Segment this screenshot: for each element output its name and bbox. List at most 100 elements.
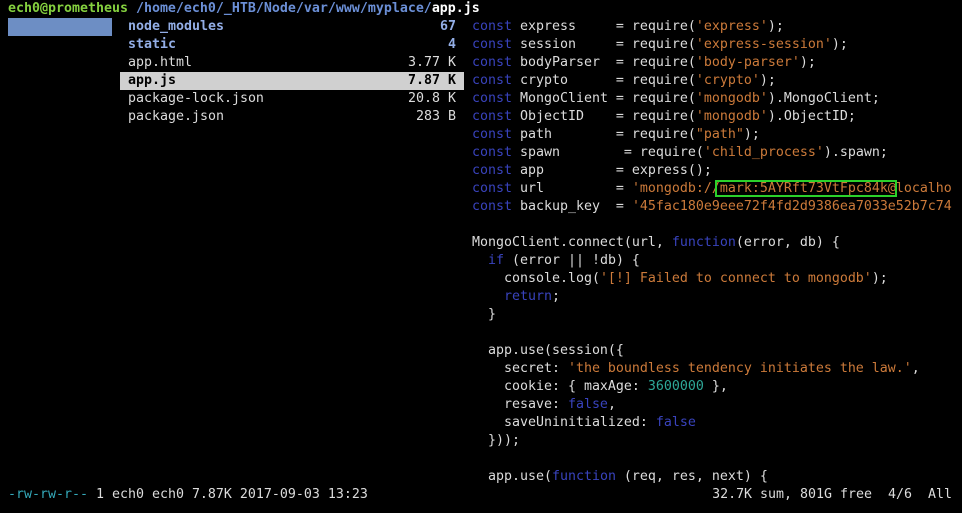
code-line: console.log('[!] Failed to connect to mo… bbox=[472, 270, 960, 288]
code-string: localho bbox=[895, 181, 952, 196]
code-string: '45fac180e9eee72f4fd2d9386ea7033e52b7c74 bbox=[631, 199, 952, 214]
code-keyword: const bbox=[472, 199, 512, 214]
code-line: const spawn = require('child_process').s… bbox=[472, 144, 960, 162]
code-text: } bbox=[472, 307, 496, 322]
code-line: MongoClient.connect(url, function(error,… bbox=[472, 234, 960, 252]
code-line: const session = require('express-session… bbox=[472, 36, 960, 54]
code-line: const crypto = require('crypto'); bbox=[472, 72, 960, 90]
code-string: 'express' bbox=[695, 19, 768, 34]
code-text: secret: bbox=[472, 361, 568, 376]
code-line: const path = require("path"); bbox=[472, 126, 960, 144]
code-text: ); bbox=[871, 271, 888, 286]
code-text: ); bbox=[799, 55, 816, 70]
code-line: const app = express(); bbox=[472, 162, 960, 180]
code-text: , bbox=[911, 361, 920, 376]
code-line: secret: 'the boundless tendency initiate… bbox=[472, 360, 960, 378]
file-entry-app-js[interactable]: app.js 7.87 K bbox=[120, 72, 464, 90]
status-bar: -rw-rw-r-- 1 ech0 ech0 7.87K 2017-09-03 … bbox=[8, 486, 952, 504]
code-text: ); bbox=[759, 73, 776, 88]
code-keyword: const bbox=[472, 109, 512, 124]
code-text: (error, db) { bbox=[735, 235, 840, 250]
code-line: } bbox=[472, 306, 960, 324]
directory-entry-static[interactable]: static 4 bbox=[120, 36, 464, 54]
code-line: app.use(function (req, res, next) { bbox=[472, 468, 960, 486]
code-text: , bbox=[607, 397, 616, 412]
file-modified: 2017-09-03 13:23 bbox=[239, 487, 368, 502]
code-line: const bodyParser = require('body-parser'… bbox=[472, 54, 960, 72]
code-keyword: const bbox=[472, 181, 512, 196]
code-line: return; bbox=[472, 288, 960, 306]
code-keyword: false bbox=[655, 415, 696, 430]
code-line: const url = 'mongodb://mark:5AYRft73VtFp… bbox=[472, 180, 960, 198]
code-text: }, bbox=[703, 379, 728, 394]
parent-directory-column: myplace bbox=[8, 18, 112, 36]
code-line: if (error || !db) { bbox=[472, 252, 960, 270]
disk-usage: 32.7K sum, 801G free bbox=[712, 487, 872, 502]
entry-size: 283 B bbox=[416, 109, 456, 124]
current-directory-column: node_modules 67 static 4 app.html 3.77 K… bbox=[120, 18, 464, 126]
code-keyword: if bbox=[488, 253, 504, 268]
file-permissions: -rw-rw-r-- bbox=[8, 487, 88, 502]
code-text: spawn = require( bbox=[511, 145, 704, 160]
code-keyword: const bbox=[472, 55, 512, 70]
code-text: })); bbox=[472, 433, 520, 448]
file-entry-app-html[interactable]: app.html 3.77 K bbox=[120, 54, 464, 72]
code-string: 'mongodb' bbox=[695, 91, 768, 106]
file-preview[interactable]: const express = require('express'); const… bbox=[472, 18, 960, 486]
code-text: console.log( bbox=[472, 271, 600, 286]
code-text: ).ObjectID; bbox=[767, 109, 856, 124]
code-string: "path" bbox=[695, 127, 744, 142]
code-keyword: const bbox=[472, 91, 512, 106]
code-text: ; bbox=[551, 289, 560, 304]
entry-name: package.json bbox=[128, 109, 224, 124]
entry-size: 20.8 K bbox=[408, 91, 456, 106]
code-text: saveUninitialized: bbox=[472, 415, 656, 430]
code-string: 'the boundless tendency initiates the la… bbox=[567, 361, 912, 376]
code-text: ); bbox=[831, 37, 848, 52]
code-text: express = require( bbox=[511, 19, 696, 34]
code-text: resave: bbox=[472, 397, 568, 412]
entry-size: 7.87 K bbox=[408, 73, 456, 88]
code-line: const backup_key = '45fac180e9eee72f4fd2… bbox=[472, 198, 960, 216]
entry-name: app.js bbox=[128, 73, 176, 88]
code-text: ); bbox=[743, 127, 760, 142]
directory-entry-node-modules[interactable]: node_modules 67 bbox=[120, 18, 464, 36]
code-line: resave: false, bbox=[472, 396, 960, 414]
file-owner: ech0 bbox=[111, 487, 144, 502]
code-string: 'mongodb' bbox=[695, 109, 768, 124]
file-size: 7.87K bbox=[191, 487, 232, 502]
code-line: const express = require('express'); bbox=[472, 18, 960, 36]
code-text: backup_key = bbox=[511, 199, 632, 214]
code-text: ObjectID = require( bbox=[511, 109, 696, 124]
code-keyword: const bbox=[472, 127, 512, 142]
code-text: (error || !db) { bbox=[504, 253, 640, 268]
user-host: ech0@prometheus bbox=[8, 1, 128, 16]
code-string: 'crypto' bbox=[695, 73, 760, 88]
current-file-name: app.js bbox=[431, 1, 480, 16]
code-text: bodyParser = require( bbox=[511, 55, 696, 70]
code-text: MongoClient.connect(url, bbox=[472, 235, 672, 250]
code-line: app.use(session({ bbox=[472, 342, 960, 360]
code-line: const ObjectID = require('mongodb').Obje… bbox=[472, 108, 960, 126]
file-group: ech0 bbox=[151, 487, 184, 502]
entry-name: node_modules bbox=[128, 19, 224, 34]
code-text: crypto = require( bbox=[511, 73, 696, 88]
link-count: 1 bbox=[95, 487, 104, 502]
code-keyword: function bbox=[551, 469, 616, 484]
code-keyword: const bbox=[472, 19, 512, 34]
code-text: (req, res, next) { bbox=[615, 469, 768, 484]
code-keyword: const bbox=[472, 37, 512, 52]
highlighted-credentials: mark:5AYRft73VtFpc84k@ bbox=[719, 181, 896, 196]
file-entry-package-lock-json[interactable]: package-lock.json 20.8 K bbox=[120, 90, 464, 108]
code-line: saveUninitialized: false bbox=[472, 414, 960, 432]
file-entry-package-json[interactable]: package.json 283 B bbox=[120, 108, 464, 126]
code-text: cookie: { maxAge: bbox=[472, 379, 648, 394]
code-line: })); bbox=[472, 432, 960, 450]
code-text: session = require( bbox=[511, 37, 696, 52]
title-bar: ech0@prometheus /home/ech0/_HTB/Node/var… bbox=[8, 0, 480, 18]
cursor-position: 4/6 bbox=[888, 487, 912, 502]
parent-entry-myplace[interactable]: myplace bbox=[8, 18, 112, 36]
